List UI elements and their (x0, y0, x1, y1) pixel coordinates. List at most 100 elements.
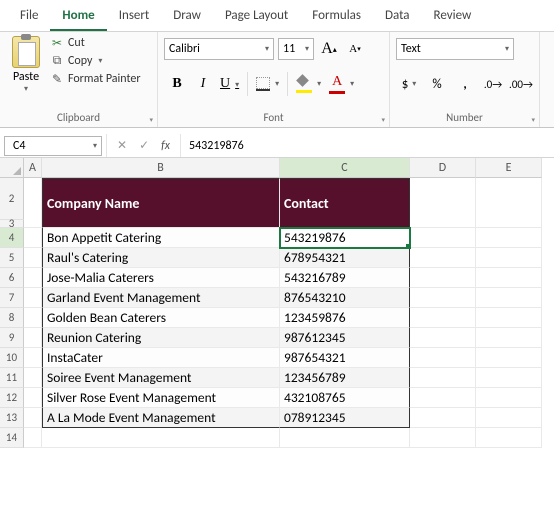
row-header-7[interactable]: 7 (0, 288, 24, 308)
cell-D9[interactable] (410, 328, 476, 348)
cell-A9[interactable] (24, 328, 42, 348)
cell-B11[interactable]: Soiree Event Management (42, 368, 280, 388)
cell-C4[interactable]: 543219876 (280, 228, 410, 248)
cell-D14[interactable] (410, 428, 476, 448)
cell-B5[interactable]: Raul's Catering (42, 248, 280, 268)
cell-B6[interactable]: Jose-Malia Caterers (42, 268, 280, 288)
row-header-4[interactable]: 4 (0, 228, 24, 248)
cell-A7[interactable] (24, 288, 42, 308)
cell-A2[interactable] (24, 178, 42, 228)
cell-D7[interactable] (410, 288, 476, 308)
cell-B2[interactable]: Company Name (42, 178, 280, 228)
cell-E6[interactable] (476, 268, 542, 288)
fill-color-button[interactable]: ▾ (292, 72, 325, 96)
cell-C2[interactable]: Contact (280, 178, 410, 228)
font-name-combo[interactable]: Calibri▾ (164, 38, 274, 60)
increase-decimal-button[interactable]: .0→ (480, 72, 506, 96)
percent-format-button[interactable]: % (424, 72, 450, 96)
fx-icon[interactable]: fx (161, 139, 170, 153)
cell-C11[interactable]: 123456789 (280, 368, 410, 388)
cell-B14[interactable] (42, 428, 280, 448)
cell-E11[interactable] (476, 368, 542, 388)
col-header-E[interactable]: E (476, 158, 542, 178)
cell-A11[interactable] (24, 368, 42, 388)
cell-A13[interactable] (24, 408, 42, 428)
cell-A8[interactable] (24, 308, 42, 328)
underline-button[interactable]: U▾ (216, 72, 248, 96)
row-header-12[interactable]: 12 (0, 388, 24, 408)
bold-button[interactable]: B (164, 72, 190, 96)
col-header-C[interactable]: C (280, 158, 410, 178)
cell-C6[interactable]: 543216789 (280, 268, 410, 288)
cell-A12[interactable] (24, 388, 42, 408)
tab-draw[interactable]: Draw (161, 4, 213, 31)
cut-button[interactable]: ✂Cut (50, 36, 141, 50)
cell-C7[interactable]: 876543210 (280, 288, 410, 308)
font-color-button[interactable]: A▾ (325, 72, 358, 96)
cell-E10[interactable] (476, 348, 542, 368)
cell-E12[interactable] (476, 388, 542, 408)
col-header-B[interactable]: B (42, 158, 280, 178)
decrease-font-button[interactable]: A▾ (344, 38, 366, 60)
cell-C14[interactable] (280, 428, 410, 448)
col-header-A[interactable]: A (24, 158, 42, 178)
cell-D11[interactable] (410, 368, 476, 388)
paste-button[interactable]: Paste ▾ (6, 34, 46, 94)
row-header-14[interactable]: 14 (0, 428, 24, 448)
row-header-11[interactable]: 11 (0, 368, 24, 388)
cell-B13[interactable]: A La Mode Event Management (42, 408, 280, 428)
cell-A5[interactable] (24, 248, 42, 268)
row-header-3[interactable]: 3 (0, 220, 24, 228)
accounting-format-button[interactable]: $▾ (396, 72, 422, 96)
name-box[interactable]: C4▾ (4, 136, 102, 156)
font-size-combo[interactable]: 11▾ (278, 38, 314, 60)
comma-format-button[interactable]: , (452, 72, 478, 96)
cell-B7[interactable]: Garland Event Management (42, 288, 280, 308)
row-header-13[interactable]: 13 (0, 408, 24, 428)
increase-font-button[interactable]: A▴ (318, 38, 340, 60)
chevron-down-icon[interactable]: ▾ (24, 84, 28, 94)
cell-B8[interactable]: Golden Bean Caterers (42, 308, 280, 328)
cell-A4[interactable] (24, 228, 42, 248)
cell-D13[interactable] (410, 408, 476, 428)
formula-bar[interactable]: 543219876 (181, 139, 554, 153)
tab-formulas[interactable]: Formulas (300, 4, 373, 31)
cell-A10[interactable] (24, 348, 42, 368)
tab-page-layout[interactable]: Page Layout (213, 4, 300, 31)
cell-B4[interactable]: Bon Appetit Catering (42, 228, 280, 248)
row-header-9[interactable]: 9 (0, 328, 24, 348)
cell-B12[interactable]: Silver Rose Event Management (42, 388, 280, 408)
cell-C5[interactable]: 678954321 (280, 248, 410, 268)
cell-E2[interactable] (476, 178, 542, 228)
cell-E14[interactable] (476, 428, 542, 448)
select-all-corner[interactable] (0, 158, 24, 178)
row-header-8[interactable]: 8 (0, 308, 24, 328)
cell-E7[interactable] (476, 288, 542, 308)
row-header-10[interactable]: 10 (0, 348, 24, 368)
border-button[interactable]: ▾ (252, 72, 288, 96)
cell-D2[interactable] (410, 178, 476, 228)
cell-B10[interactable]: InstaCater (42, 348, 280, 368)
cell-D12[interactable] (410, 388, 476, 408)
cell-A14[interactable] (24, 428, 42, 448)
cell-D5[interactable] (410, 248, 476, 268)
cancel-icon[interactable]: ✕ (117, 138, 127, 153)
cell-E9[interactable] (476, 328, 542, 348)
row-header-5[interactable]: 5 (0, 248, 24, 268)
tab-home[interactable]: Home (50, 4, 106, 31)
italic-button[interactable]: I (190, 72, 216, 96)
cell-C13[interactable]: 078912345 (280, 408, 410, 428)
tab-review[interactable]: Review (422, 4, 484, 31)
format-painter-button[interactable]: ✎Format Painter (50, 72, 141, 86)
cell-E13[interactable] (476, 408, 542, 428)
cell-C10[interactable]: 987654321 (280, 348, 410, 368)
chevron-down-icon[interactable]: ▾ (98, 56, 102, 66)
row-header-2[interactable]: 2 (0, 178, 24, 220)
col-header-D[interactable]: D (410, 158, 476, 178)
cell-D8[interactable] (410, 308, 476, 328)
tab-data[interactable]: Data (373, 4, 422, 31)
cell-B9[interactable]: Reunion Catering (42, 328, 280, 348)
cell-E5[interactable] (476, 248, 542, 268)
decrease-decimal-button[interactable]: .00→ (508, 72, 534, 96)
enter-icon[interactable]: ✓ (139, 138, 149, 153)
